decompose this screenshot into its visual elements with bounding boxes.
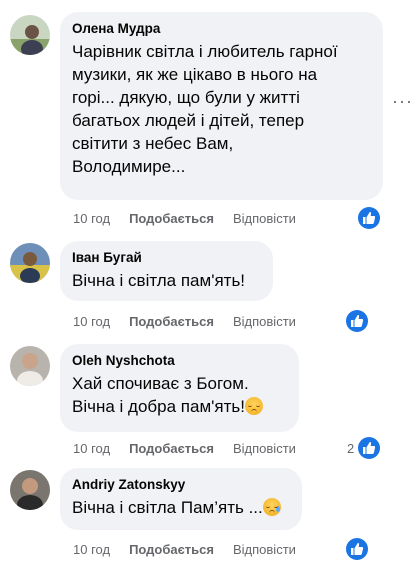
comment-bubble: Іван Бугай Вічна і світла пам'ять!: [60, 241, 273, 301]
like-link[interactable]: Подобається: [129, 542, 214, 557]
comment-author[interactable]: Іван Бугай: [72, 249, 261, 267]
comment-author[interactable]: Олена Мудра: [72, 20, 371, 38]
comment-text: Вічна і світла Пам’ять ...: [72, 496, 290, 519]
comment-actions: 10 год Подобається Відповісти: [73, 542, 315, 558]
comment-actions: 10 год Подобається Відповісти: [73, 211, 315, 227]
comment-time[interactable]: 10 год: [73, 542, 110, 557]
like-link[interactable]: Подобається: [129, 314, 214, 329]
comment-time[interactable]: 10 год: [73, 441, 110, 456]
thumbs-up-icon[interactable]: [346, 310, 368, 332]
avatar[interactable]: [10, 15, 50, 55]
crying-face-icon: [262, 498, 281, 516]
comment-actions: 10 год Подобається Відповісти: [73, 314, 315, 330]
avatar[interactable]: [10, 470, 50, 510]
comment-bubble: Andriy Zatonskyy Вічна і світла Пам’ять …: [60, 468, 302, 530]
like-link[interactable]: Подобається: [129, 441, 214, 456]
comment-author[interactable]: Andriy Zatonskyy: [72, 476, 290, 494]
comment-author[interactable]: Oleh Nyshchota: [72, 352, 287, 370]
comment-time[interactable]: 10 год: [73, 314, 110, 329]
thumbs-up-icon[interactable]: [358, 437, 380, 459]
comment-text: Чарівник світла і любитель гарної музики…: [72, 42, 338, 176]
more-options-icon[interactable]: ···: [392, 92, 413, 110]
reaction-count[interactable]: 2: [347, 441, 354, 456]
reply-link[interactable]: Відповісти: [233, 211, 296, 226]
avatar[interactable]: [10, 346, 50, 386]
sad-face-icon: [244, 397, 263, 415]
comment-actions: 10 год Подобається Відповісти: [73, 441, 315, 457]
like-link[interactable]: Подобається: [129, 211, 214, 226]
reply-link[interactable]: Відповісти: [233, 314, 296, 329]
comment-text: Хай спочиває з Богом. Вічна і добра пам'…: [72, 372, 287, 418]
reply-link[interactable]: Відповісти: [233, 441, 296, 456]
comment-bubble: Олена Мудра Чарівник світла і любитель г…: [60, 12, 383, 200]
avatar[interactable]: [10, 243, 50, 283]
reply-link[interactable]: Відповісти: [233, 542, 296, 557]
comment-time[interactable]: 10 год: [73, 211, 110, 226]
comment-bubble: Oleh Nyshchota Хай спочиває з Богом. Віч…: [60, 344, 299, 432]
thumbs-up-icon[interactable]: [346, 538, 368, 560]
comment-text: Вічна і світла пам'ять!: [72, 271, 246, 290]
thumbs-up-icon[interactable]: [358, 207, 380, 229]
